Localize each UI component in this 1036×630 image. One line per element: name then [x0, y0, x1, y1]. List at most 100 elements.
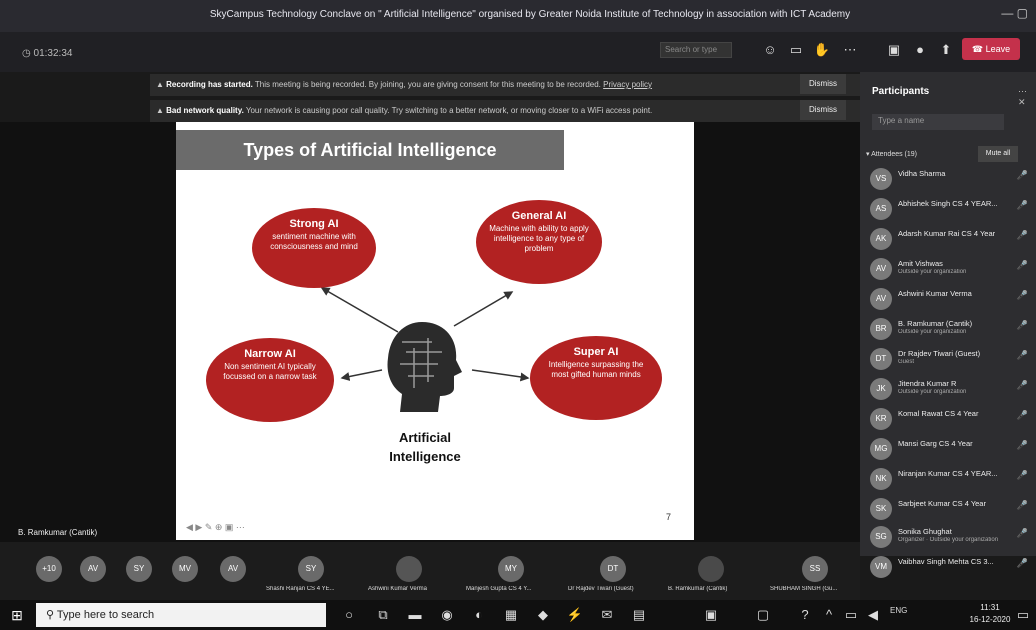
notification-icon[interactable]: ▭ — [1012, 604, 1034, 626]
tile-avatar[interactable] — [698, 556, 724, 582]
task-view-icon[interactable]: ⧉ — [372, 604, 394, 626]
taskbar-search-placeholder: Type here to search — [56, 609, 155, 621]
strong-ai-heading: Strong AI — [289, 218, 339, 230]
store-icon[interactable]: ▦ — [500, 604, 522, 626]
close-icon[interactable]: ⋯ ✕ — [1018, 86, 1036, 108]
teams-icon[interactable]: ▣ — [700, 604, 722, 626]
excel-icon[interactable]: ▤ — [628, 604, 650, 626]
participants-title: Participants — [872, 86, 930, 97]
participant-row[interactable]: SK Sarbjeet Kumar CS 4 Year 🎤 — [870, 494, 1028, 524]
mail-icon[interactable]: ✉ — [596, 604, 618, 626]
participants-icon[interactable]: ☺ — [760, 40, 780, 60]
file-explorer-icon[interactable]: ▬ — [404, 604, 426, 626]
app-icon[interactable]: ▢ — [752, 604, 774, 626]
chat-icon[interactable]: ▭ — [786, 40, 806, 60]
participant-row[interactable]: VM Vaibhav Singh Mehta CS 3... 🎤 — [870, 552, 1028, 582]
participant-name: Komal Rawat CS 4 Year — [898, 409, 979, 418]
participant-row[interactable]: AK Adarsh Kumar Rai CS 4 Year 🎤 — [870, 224, 1028, 254]
participant-row[interactable]: SG Sonika Ghughat Organizer · Outside your… — [870, 522, 1028, 552]
privacy-policy-link[interactable]: Privacy policy — [603, 80, 652, 89]
participant-sub: Organizer · Outside your organization — [898, 537, 999, 543]
network-icon[interactable]: ▭ — [840, 604, 862, 626]
participant-sub: Outside your organization — [898, 269, 967, 275]
strong-ai-desc: sentiment machine with consciousness and… — [270, 232, 358, 251]
participant-row[interactable]: BR B. Ramkumar (Cantik) Outside your organ… — [870, 314, 1028, 344]
window-controls[interactable]: — ▢ — [1001, 6, 1028, 20]
leave-label: Leave — [985, 44, 1011, 54]
chrome-icon[interactable]: ◉ — [436, 604, 458, 626]
dismiss-recording-button[interactable]: Dismiss — [800, 74, 846, 94]
strip-avatar[interactable]: AV — [220, 556, 246, 582]
general-ai-desc: Machine with ability to apply intelligen… — [489, 224, 589, 253]
taskbar-search-input[interactable]: ⚲ Type here to search — [36, 603, 326, 627]
tile-name: SHUBHAM SINGH (Gu... — [770, 586, 838, 592]
tile-avatar[interactable]: MY — [498, 556, 524, 582]
narrow-ai-oval: Narrow AI Non sentiment AI typically foc… — [206, 338, 334, 422]
dropbox-icon[interactable]: ◆ — [532, 604, 554, 626]
mic-muted-icon: 🎤 — [1016, 290, 1028, 300]
chevron-up-icon[interactable]: ^ — [818, 604, 840, 626]
network-banner-title: Bad network quality. — [166, 106, 244, 115]
microphone-icon[interactable]: ● — [910, 40, 930, 60]
participant-row[interactable]: AV Ashwini Kumar Verma 🎤 — [870, 284, 1028, 314]
tile-avatar[interactable]: SY — [298, 556, 324, 582]
leave-button[interactable]: ☎ Leave — [962, 38, 1020, 60]
ai-label-line1: Artificial — [398, 430, 451, 445]
avatar: AV — [870, 288, 892, 310]
arrow-super — [471, 369, 530, 382]
mute-all-button[interactable]: Mute all — [978, 146, 1018, 162]
slide-nav-controls[interactable]: ◀ ▶ ✎ ⊕ ▣ ⋯ — [186, 522, 245, 533]
participant-name: B. Ramkumar (Cantik) — [898, 319, 973, 328]
language-indicator[interactable]: ENG — [890, 606, 907, 615]
participant-search-input[interactable]: Type a name — [872, 114, 1004, 130]
raise-hand-icon[interactable]: ✋ — [812, 40, 832, 60]
avatar: VM — [870, 556, 892, 578]
tile-avatar[interactable] — [396, 556, 422, 582]
attendees-header[interactable]: ▾ Attendees (19) — [866, 150, 917, 158]
mic-muted-icon: 🎤 — [1016, 528, 1028, 538]
cortana-icon[interactable]: ○ — [338, 604, 360, 626]
dismiss-network-button[interactable]: Dismiss — [800, 100, 846, 120]
avatar: AK — [870, 228, 892, 250]
strong-ai-oval: Strong AI sentiment machine with conscio… — [252, 208, 376, 288]
volume-icon[interactable]: ◀ — [862, 604, 884, 626]
tile-name: Ashwini Kumar Verma — [368, 586, 428, 592]
share-screen-icon[interactable]: ⬆ — [936, 40, 956, 60]
participant-name: Dr Rajdev Tiwari (Guest) — [898, 349, 981, 358]
participant-row[interactable]: JK Jitendra Kumar R Outside your organizat… — [870, 374, 1028, 404]
participant-row[interactable]: AS Abhishek Singh CS 4 YEAR... 🎤 — [870, 194, 1028, 224]
strip-avatar[interactable]: MV — [172, 556, 198, 582]
overflow-avatar[interactable]: +10 — [36, 556, 62, 582]
app-icon[interactable]: ⚡ — [564, 604, 586, 626]
clock-date: 16-12-2020 — [969, 615, 1011, 624]
participant-row[interactable]: KR Komal Rawat CS 4 Year 🎤 — [870, 404, 1028, 434]
participant-row[interactable]: AV Amit Vishwas Outside your organization 🎤 — [870, 254, 1028, 284]
windows-start-icon[interactable]: ⊞ — [6, 604, 28, 626]
arrow-narrow — [340, 369, 383, 381]
mic-muted-icon: 🎤 — [1016, 200, 1028, 210]
mic-muted-icon: 🎤 — [1016, 470, 1028, 480]
system-clock[interactable]: 11:31 16-12-2020 — [964, 602, 1016, 626]
edge-icon[interactable]: ◐ — [468, 604, 490, 626]
ai-head-icon — [387, 322, 462, 412]
participant-name: Sonika Ghughat — [898, 527, 952, 536]
help-icon[interactable]: ? — [794, 604, 816, 626]
strip-avatar[interactable]: AV — [80, 556, 106, 582]
tile-avatar[interactable]: DT — [600, 556, 626, 582]
more-options-icon[interactable]: ⋯ — [840, 40, 860, 60]
participant-row[interactable]: MG Mansi Garg CS 4 Year 🎤 — [870, 434, 1028, 464]
window-title: SkyCampus Technology Conclave on " Artif… — [209, 9, 851, 20]
strip-avatar[interactable]: SY — [126, 556, 152, 582]
avatar: KR — [870, 408, 892, 430]
participant-row[interactable]: VS Vidha Sharma 🎤 — [870, 164, 1028, 194]
participant-row[interactable]: DT Dr Rajdev Tiwari (Guest) Guest 🎤 — [870, 344, 1028, 374]
timer-value: 01:32:34 — [33, 48, 73, 59]
mic-muted-icon: 🎤 — [1016, 558, 1028, 568]
recording-banner-text: This meeting is being recorded. By joini… — [254, 80, 601, 89]
meeting-timer: ◷ 01:32:34 — [22, 48, 73, 59]
camera-off-icon[interactable]: ▣ — [884, 40, 904, 60]
participant-row[interactable]: NK Niranjan Kumar CS 4 YEAR... 🎤 — [870, 464, 1028, 494]
meeting-search-input[interactable]: Search or type — [660, 42, 732, 58]
tile-avatar[interactable]: SS — [802, 556, 828, 582]
recording-banner: ▲ Recording has started. This meeting is… — [150, 74, 860, 96]
